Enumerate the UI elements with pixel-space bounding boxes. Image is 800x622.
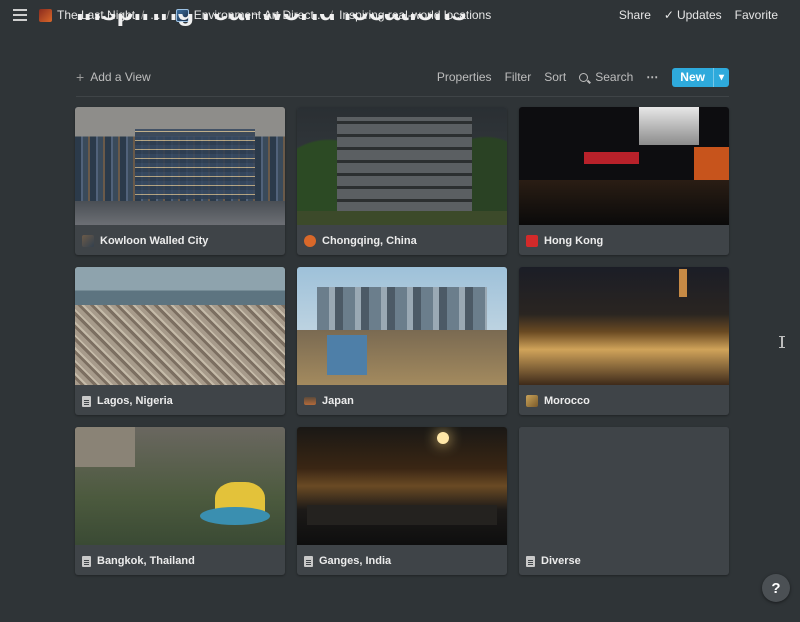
properties-button[interactable]: Properties bbox=[437, 70, 492, 84]
gallery-card[interactable]: Morocco bbox=[519, 267, 729, 415]
add-view-button[interactable]: + Add a View bbox=[76, 69, 151, 85]
page-title-wrapper: Inspiring real-world locations bbox=[76, 14, 467, 44]
card-title: Kowloon Walled City bbox=[100, 235, 209, 247]
workspace-icon bbox=[39, 8, 52, 22]
card-title-row: Ganges, India bbox=[304, 555, 391, 567]
card-cover-image bbox=[519, 267, 729, 385]
hong-kong-flag-icon bbox=[526, 235, 538, 247]
card-title-row: Hong Kong bbox=[526, 235, 603, 247]
search-label: Search bbox=[595, 70, 634, 84]
search-icon bbox=[579, 72, 589, 82]
plus-icon: + bbox=[76, 69, 85, 85]
card-cover-image bbox=[297, 427, 507, 545]
page-icon bbox=[82, 395, 91, 407]
card-title-row: Lagos, Nigeria bbox=[82, 395, 173, 407]
share-button[interactable]: Share bbox=[619, 8, 651, 22]
more-options-icon[interactable]: ⋯ bbox=[646, 70, 659, 84]
card-title: Diverse bbox=[541, 555, 581, 567]
text-cursor-icon bbox=[779, 336, 785, 348]
card-cover-image bbox=[75, 427, 285, 545]
card-title-row: Bangkok, Thailand bbox=[82, 555, 195, 567]
database-toolbar: + Add a View Properties Filter Sort Sear… bbox=[76, 67, 729, 87]
card-title: Morocco bbox=[544, 395, 590, 407]
gallery-card[interactable]: Bangkok, Thailand bbox=[75, 427, 285, 575]
photo-icon bbox=[82, 235, 94, 247]
card-cover-image bbox=[75, 267, 285, 385]
updates-button[interactable]: ✓ Updates bbox=[664, 8, 722, 22]
page-icon bbox=[82, 555, 91, 567]
page-icon bbox=[526, 555, 535, 567]
new-button-label: New bbox=[680, 70, 705, 84]
japan-emoji-icon bbox=[304, 397, 316, 405]
card-title: Chongqing, China bbox=[322, 235, 417, 247]
chevron-down-icon[interactable]: ▾ bbox=[712, 67, 729, 87]
card-cover-image bbox=[519, 107, 729, 225]
card-cover-image bbox=[297, 267, 507, 385]
add-view-label: Add a View bbox=[90, 70, 151, 84]
search-button[interactable]: Search bbox=[579, 70, 633, 84]
card-title-row: Morocco bbox=[526, 395, 590, 407]
gallery-card[interactable]: Ganges, India bbox=[297, 427, 507, 575]
card-title: Lagos, Nigeria bbox=[97, 395, 173, 407]
gallery-card[interactable]: Diverse bbox=[519, 427, 729, 575]
gallery-card[interactable]: Kowloon Walled City bbox=[75, 107, 285, 255]
page-icon bbox=[304, 555, 313, 567]
card-title-row: Diverse bbox=[526, 555, 581, 567]
card-cover-empty bbox=[519, 427, 729, 545]
new-button[interactable]: New ▾ bbox=[672, 67, 729, 87]
card-title: Hong Kong bbox=[544, 235, 604, 247]
card-title: Bangkok, Thailand bbox=[97, 555, 195, 567]
gallery-grid: Kowloon Walled City Chongqing, China Hon… bbox=[75, 107, 729, 575]
card-cover-image bbox=[297, 107, 507, 225]
card-title: Ganges, India bbox=[319, 555, 392, 567]
card-title: Japan bbox=[322, 395, 354, 407]
card-cover-image bbox=[75, 107, 285, 225]
sidebar-toggle-icon[interactable] bbox=[13, 6, 27, 24]
checkmark-icon: ✓ bbox=[663, 8, 674, 22]
gallery-card[interactable]: Lagos, Nigeria bbox=[75, 267, 285, 415]
help-button[interactable]: ? bbox=[762, 574, 790, 602]
toolbar-divider bbox=[76, 96, 729, 97]
gallery-card[interactable]: Hong Kong bbox=[519, 107, 729, 255]
gallery-card[interactable]: Chongqing, China bbox=[297, 107, 507, 255]
page-title[interactable]: Inspiring real-world locations bbox=[76, 14, 467, 30]
favorite-button[interactable]: Favorite bbox=[735, 8, 778, 22]
gallery-card[interactable]: Japan bbox=[297, 267, 507, 415]
card-title-row: Chongqing, China bbox=[304, 235, 417, 247]
sort-button[interactable]: Sort bbox=[544, 70, 566, 84]
china-flag-icon bbox=[304, 235, 316, 247]
updates-label: Updates bbox=[676, 8, 722, 22]
card-title-row: Kowloon Walled City bbox=[82, 235, 208, 247]
filter-button[interactable]: Filter bbox=[505, 70, 532, 84]
morocco-emoji-icon bbox=[526, 395, 538, 407]
card-title-row: Japan bbox=[304, 395, 354, 407]
